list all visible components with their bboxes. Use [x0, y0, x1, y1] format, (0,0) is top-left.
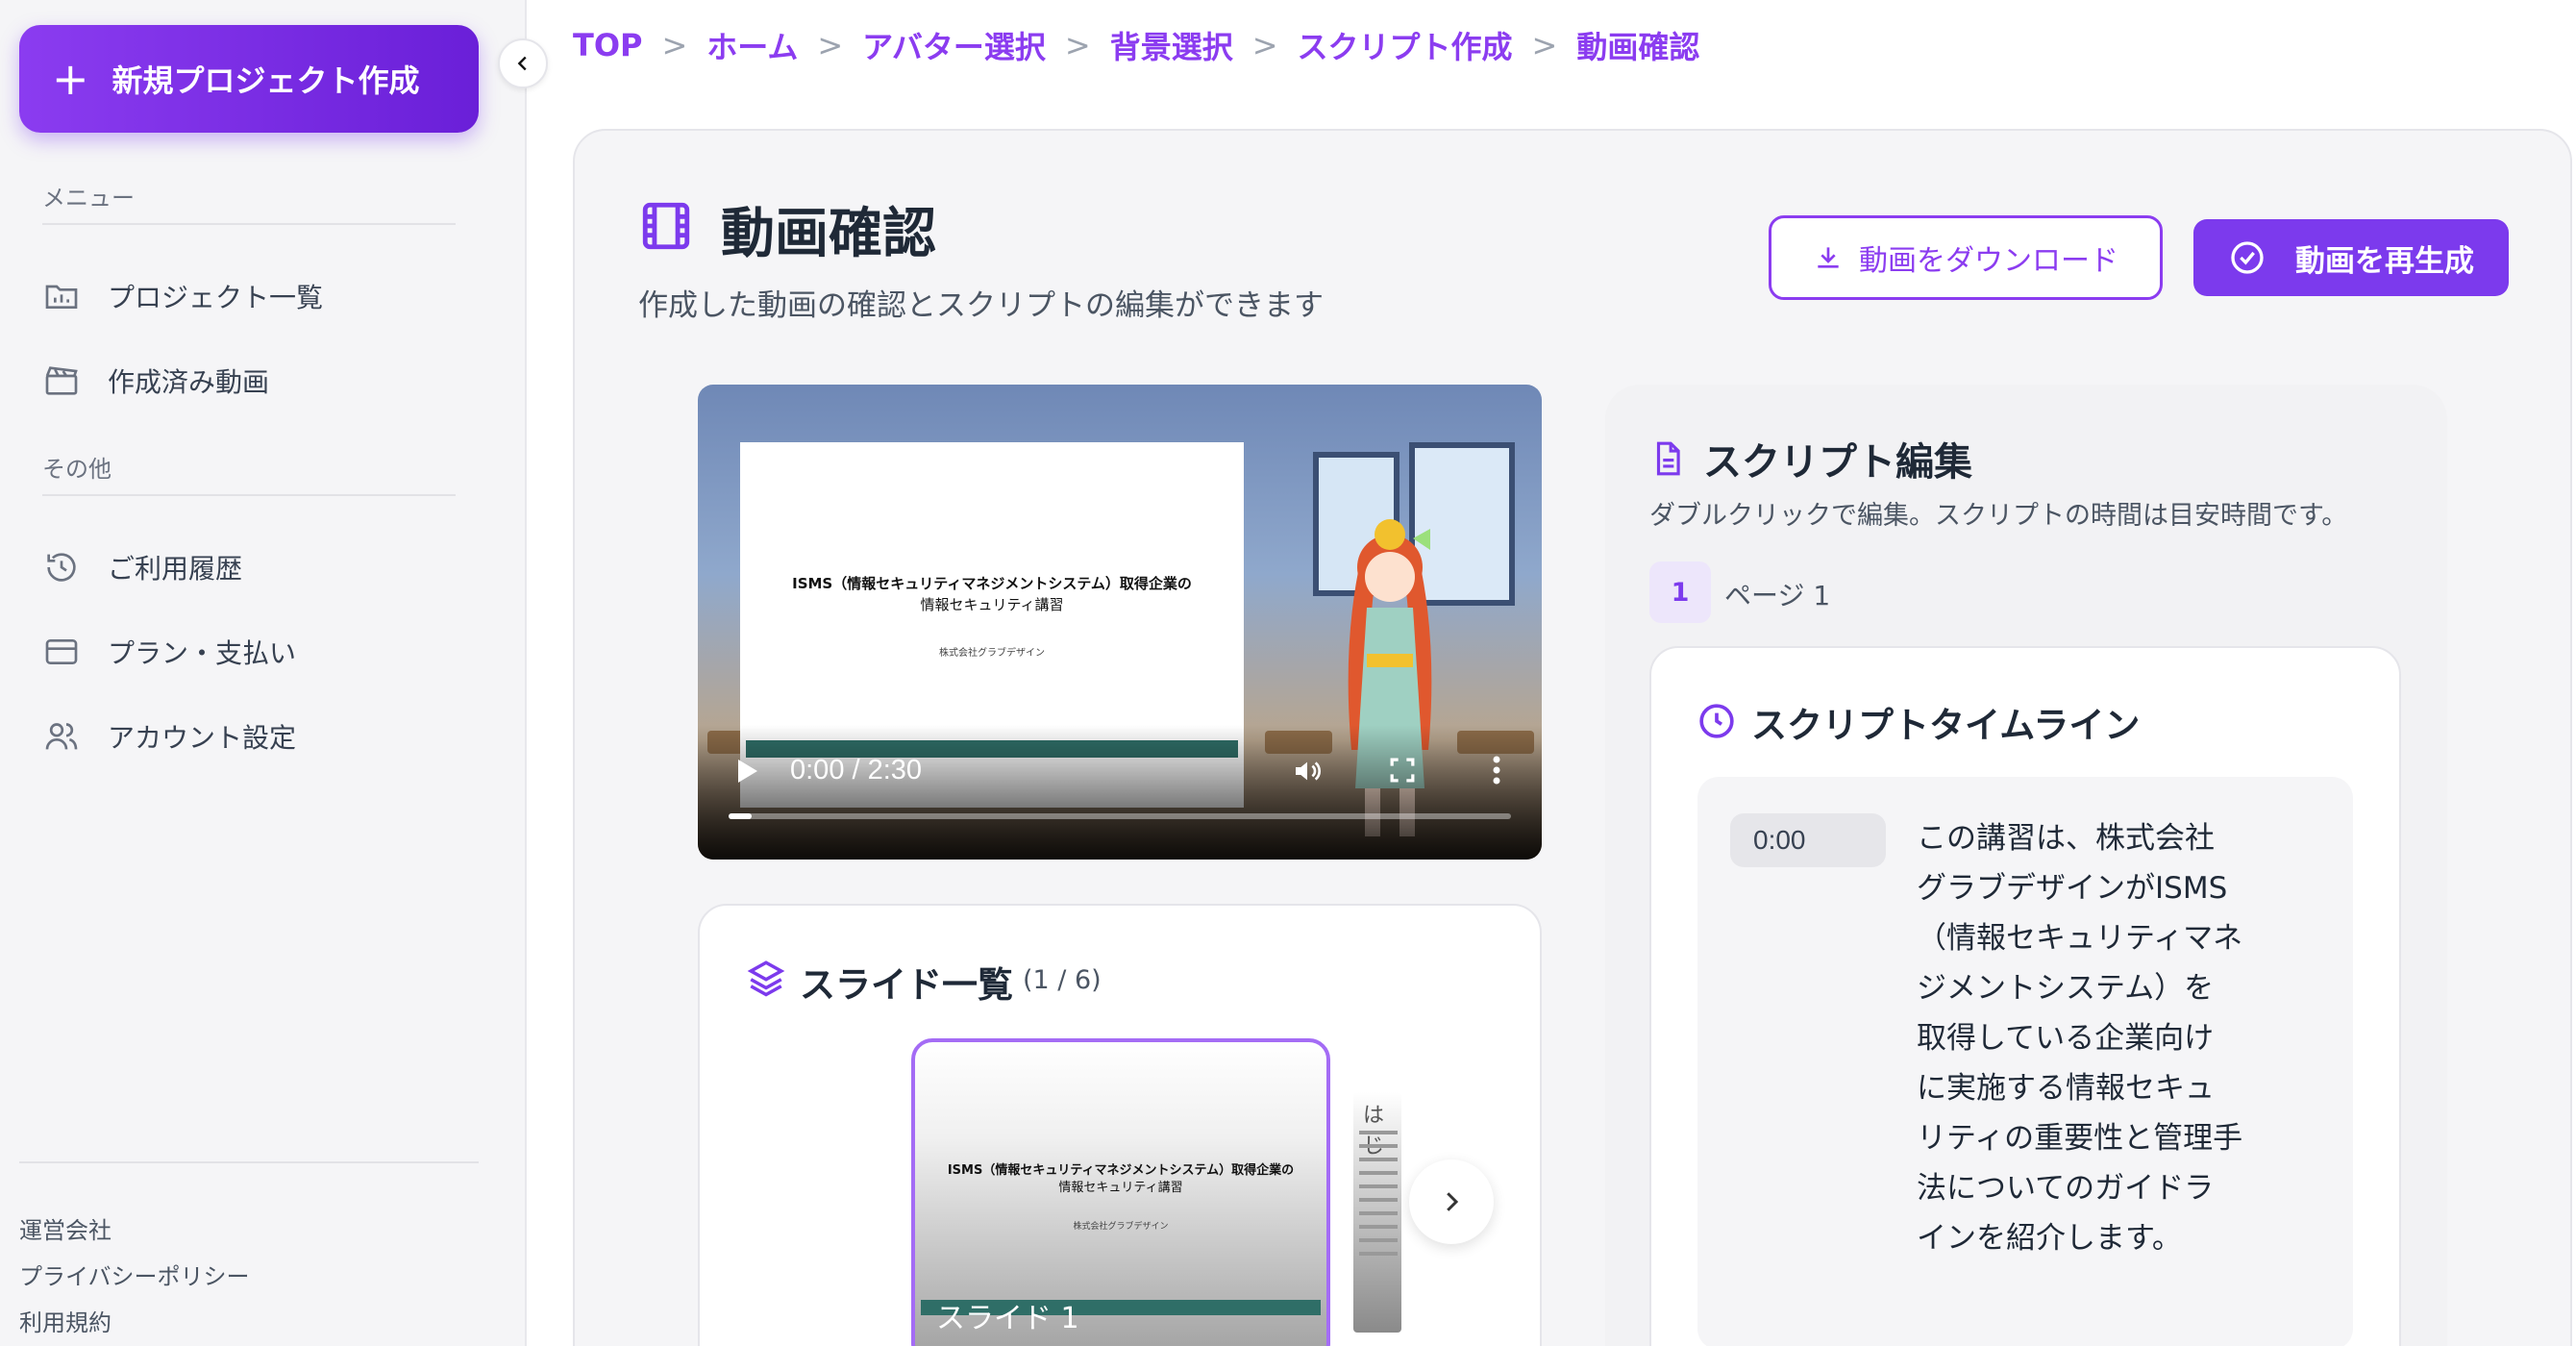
- more-vertical-icon[interactable]: [1492, 756, 1501, 785]
- thumbnail-company: 株式会社グラブデザイン: [1073, 1222, 1169, 1232]
- breadcrumb-separator: >: [661, 27, 688, 63]
- history-icon: [47, 553, 76, 582]
- terms-link[interactable]: 利用規約: [19, 1304, 111, 1337]
- film-icon: [642, 202, 690, 250]
- download-icon: [1818, 247, 1839, 268]
- slide-list-title: スライド一覧: [800, 964, 1013, 1006]
- sidebar: + 新規プロジェクト作成 メニュー プロジェクト一覧 作成済み動画 その他 ご利…: [0, 0, 527, 1346]
- menu-divider: [42, 223, 456, 225]
- timeline-time: 0:00: [1730, 813, 1886, 867]
- breadcrumb-avatar[interactable]: アバター選択: [862, 23, 1046, 67]
- page-title: 動画確認: [721, 203, 936, 265]
- chevron-left-icon: [517, 56, 527, 71]
- thumbnail-subtitle: 情報セキュリティ講習: [1058, 1181, 1183, 1195]
- download-label: 動画をダウンロード: [1859, 244, 2118, 278]
- regenerate-video-button[interactable]: 動画を再生成: [2193, 219, 2509, 296]
- sidebar-item-account[interactable]: アカウント設定: [42, 708, 296, 765]
- slide-label: スライド 1: [936, 1302, 1079, 1335]
- sidebar-collapse-button[interactable]: [498, 38, 548, 88]
- sidebar-item-label: 作成済み動画: [108, 366, 270, 398]
- chevron-right-icon: [1447, 1192, 1459, 1211]
- script-subtitle: ダブルクリックで編集。スクリプトの時間は目安時間です。: [1649, 501, 2348, 531]
- new-project-button[interactable]: + 新規プロジェクト作成: [19, 25, 479, 133]
- breadcrumb-top[interactable]: TOP: [573, 27, 642, 63]
- clapperboard-icon: [45, 366, 78, 395]
- sidebar-item-history[interactable]: ご利用履歴: [42, 538, 242, 596]
- video-time: 0:00 / 2:30: [790, 755, 923, 785]
- next-slide-button[interactable]: [1409, 1159, 1494, 1244]
- company-link[interactable]: 運営会社: [19, 1211, 111, 1245]
- folder-chart-icon: [45, 285, 78, 309]
- breadcrumb-separator: >: [1064, 27, 1091, 63]
- sidebar-item-label: ご利用履歴: [108, 553, 243, 585]
- video-controls: [698, 725, 1542, 860]
- other-section-title: その他: [42, 456, 111, 483]
- script-title: スクリプト編集: [1703, 440, 1972, 485]
- credit-card-icon: [45, 639, 78, 664]
- sidebar-item-plan[interactable]: プラン・支払い: [42, 623, 296, 681]
- sidebar-item-label: アカウント設定: [108, 722, 297, 754]
- sidebar-item-projects[interactable]: プロジェクト一覧: [42, 267, 323, 325]
- download-video-button[interactable]: 動画をダウンロード: [1769, 215, 2163, 300]
- fullscreen-icon[interactable]: [1390, 758, 1415, 783]
- clock-icon: [1699, 704, 1734, 738]
- privacy-policy-link[interactable]: プライバシーポリシー: [19, 1258, 250, 1291]
- check-circle-icon: [2231, 241, 2264, 274]
- regenerate-label: 動画を再生成: [2295, 243, 2474, 279]
- video-progress-fill: [729, 813, 753, 819]
- video-slide-company: 株式会社グラブデザイン: [939, 648, 1045, 659]
- footer-divider: [19, 1161, 479, 1163]
- thumbnail-text-lines: [1359, 1131, 1398, 1265]
- video-progress-bar[interactable]: [729, 813, 1511, 819]
- breadcrumb-separator: >: [1251, 27, 1278, 63]
- volume-icon[interactable]: [1290, 756, 1325, 786]
- video-slide-subtitle: 情報セキュリティ講習: [920, 596, 1064, 613]
- breadcrumb: TOP > ホーム > アバター選択 > 背景選択 > スクリプト作成 > 動画…: [573, 23, 1699, 67]
- other-divider: [42, 494, 456, 496]
- new-project-label: 新規プロジェクト作成: [111, 62, 420, 99]
- breadcrumb-home[interactable]: ホーム: [706, 23, 798, 67]
- layers-icon: [747, 960, 785, 997]
- slide-thumbnail[interactable]: はじ: [1353, 1092, 1401, 1333]
- video-slide-title: ISMS（情報セキュリティマネジメントシステム）取得企業の: [792, 575, 1192, 592]
- video-player[interactable]: ISMS（情報セキュリティマネジメントシステム）取得企業の 情報セキュリティ講習…: [698, 385, 1542, 860]
- script-text[interactable]: この講習は、株式会社グラブデザインがISMS（情報セキュリティマネジメントシステ…: [1917, 813, 2243, 1263]
- breadcrumb-script[interactable]: スクリプト作成: [1298, 23, 1513, 67]
- sidebar-item-label: プラン・支払い: [108, 637, 297, 669]
- page-label: ページ 1: [1724, 580, 1831, 611]
- breadcrumb-background[interactable]: 背景選択: [1110, 23, 1233, 67]
- breadcrumb-separator: >: [817, 27, 844, 63]
- breadcrumb-separator: >: [1531, 27, 1558, 63]
- slide-thumbnail[interactable]: ISMS（情報セキュリティマネジメントシステム）取得企業の 情報セキュリティ講習…: [911, 1038, 1330, 1346]
- users-icon: [45, 723, 78, 750]
- breadcrumb-current: 動画確認: [1576, 29, 1700, 65]
- play-icon[interactable]: [736, 758, 759, 785]
- plus-icon: +: [52, 53, 89, 105]
- slide-count: (1 / 6): [1023, 965, 1102, 995]
- sidebar-item-label: プロジェクト一覧: [108, 282, 324, 313]
- page-number-badge[interactable]: 1: [1649, 561, 1711, 623]
- timeline-title: スクリプトタイムライン: [1751, 705, 2141, 746]
- page-subtitle: 作成した動画の確認とスクリプトの編集ができます: [638, 288, 1324, 323]
- thumbnail-title: ISMS（情報セキュリティマネジメントシステム）取得企業の: [947, 1163, 1295, 1178]
- sidebar-item-videos[interactable]: 作成済み動画: [42, 352, 269, 410]
- menu-section-title: メニュー: [42, 185, 135, 212]
- document-icon: [1656, 441, 1680, 476]
